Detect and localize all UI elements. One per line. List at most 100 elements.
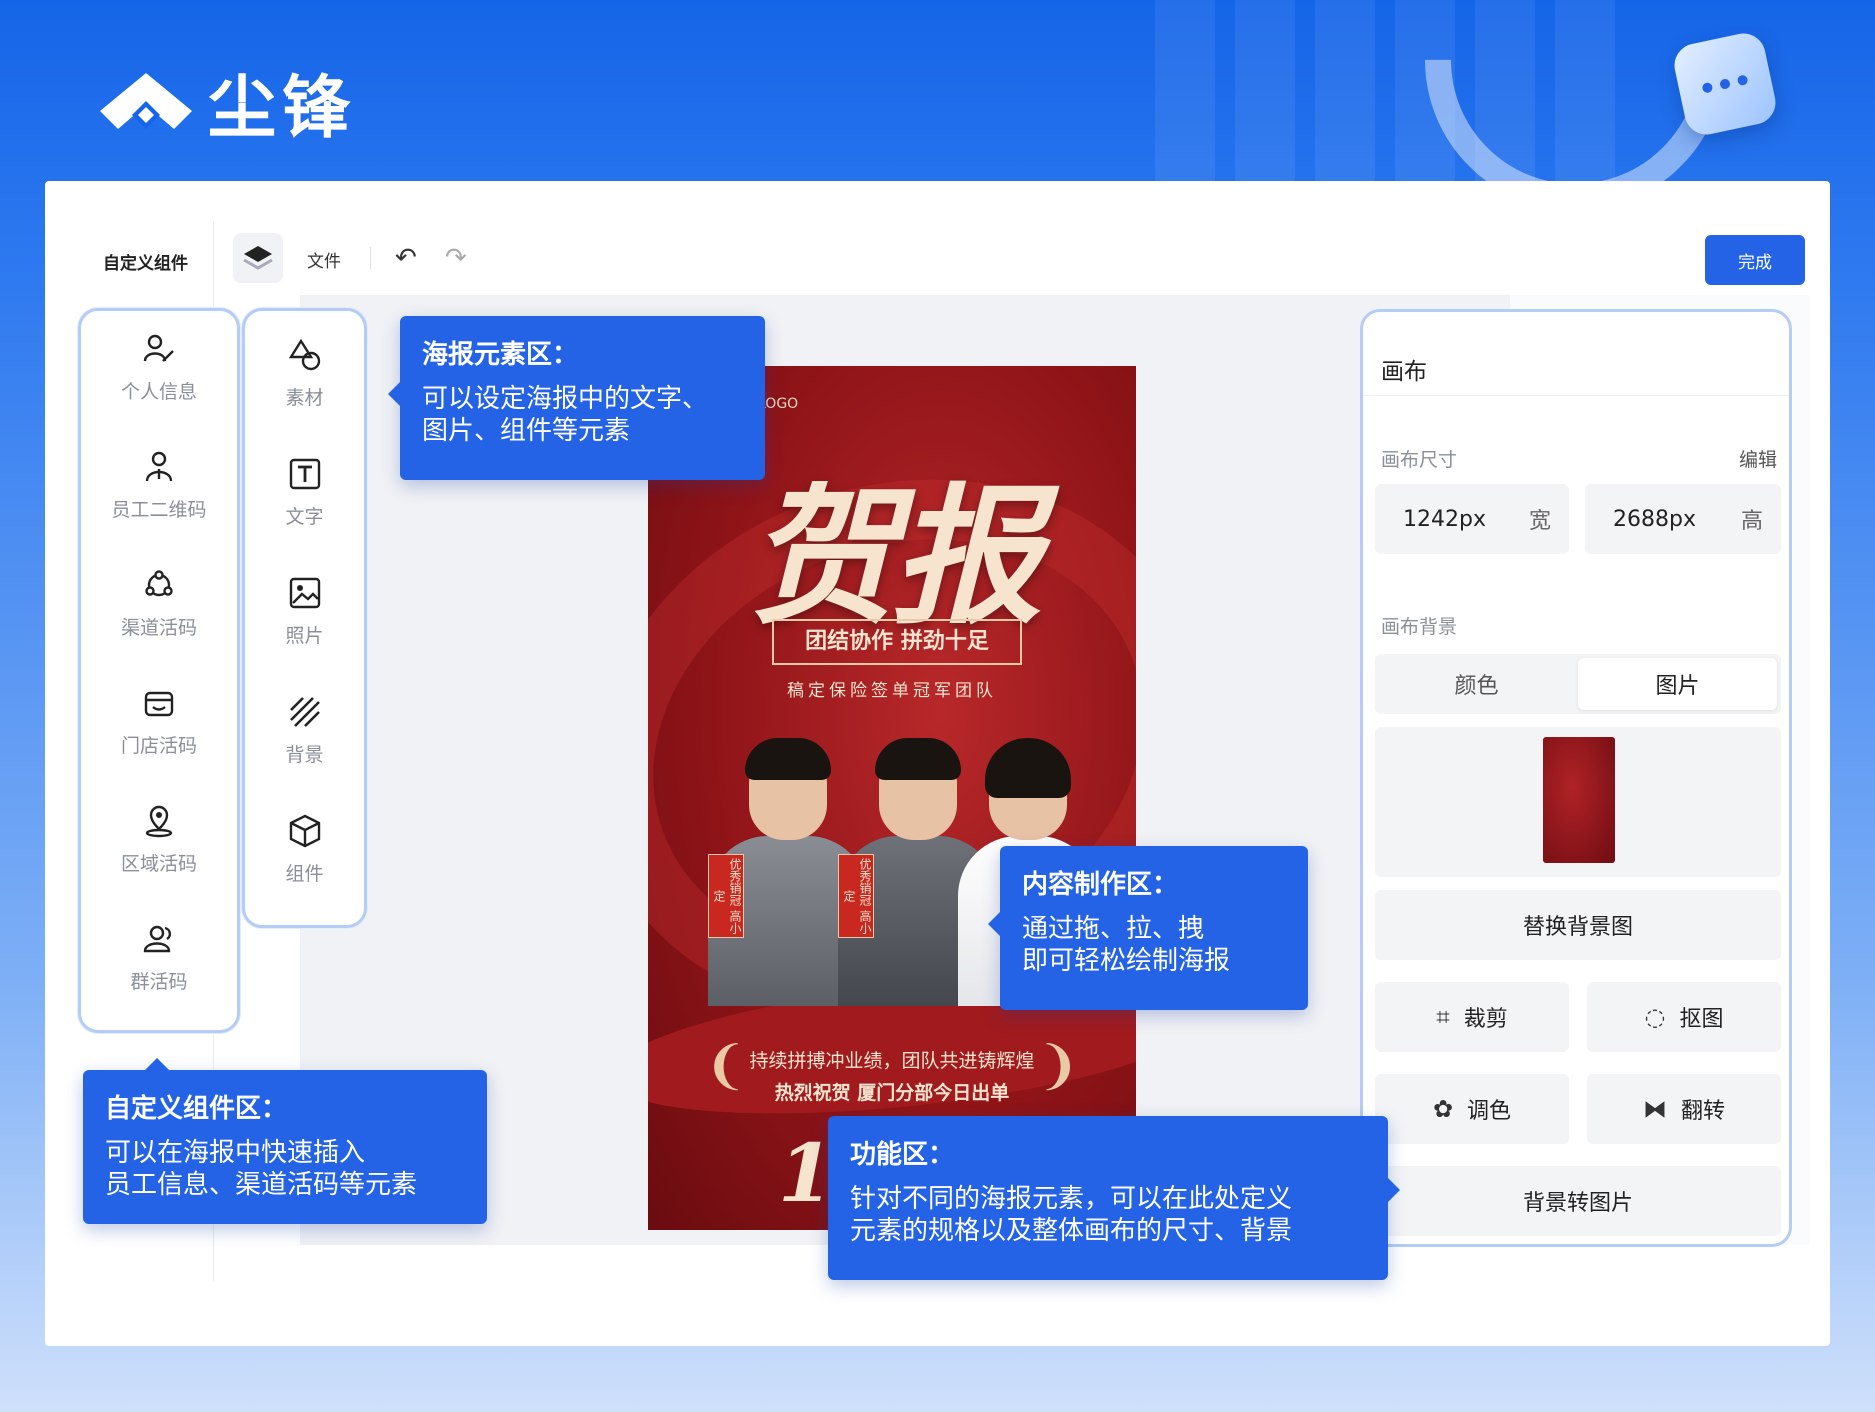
poster-tag[interactable]: 团结协作 拼劲十足 [772, 619, 1022, 665]
width-value: 1242px [1403, 506, 1486, 532]
bg-thumbnail[interactable] [1543, 737, 1615, 863]
rail-item-material[interactable]: 素材 [245, 337, 364, 410]
divider [1363, 395, 1789, 396]
layers-button[interactable] [233, 233, 283, 283]
crop-label: 裁剪 [1463, 1007, 1508, 1032]
rail-item-label: 个人信息 [120, 381, 197, 403]
bg-to-image-button[interactable]: 背景转图片 [1375, 1166, 1781, 1236]
callout-body-line: 元素的规格以及整体画布的尺寸、背景 [850, 1216, 1293, 1246]
cutout-icon: ◌ [1644, 1003, 1666, 1031]
badge-top-sales: 优秀销冠 高小定 [838, 854, 874, 938]
bg-type-switch: 颜色 图片 [1375, 654, 1781, 714]
crop-button[interactable]: ⌗ 裁剪 [1375, 982, 1569, 1052]
rail-item-store-code[interactable]: 门店活码 [81, 685, 237, 758]
bg-to-image-label: 背景转图片 [1522, 1191, 1633, 1216]
canvas-width-field[interactable]: 1242px 宽 [1375, 484, 1569, 554]
rail-item-photo[interactable]: 照片 [245, 575, 364, 648]
text-icon [289, 458, 320, 490]
rail-item-label: 员工二维码 [111, 499, 207, 521]
done-button[interactable]: 完成 [1705, 235, 1805, 285]
rail-item-group-code[interactable]: 群活码 [81, 921, 237, 994]
properties-panel: 画布 画布尺寸 编辑 1242px 宽 2688px 高 画布背景 颜色 图片 … [1360, 309, 1792, 1247]
rail-item-label: 照片 [285, 625, 324, 647]
panel-title: 画布 [1381, 359, 1427, 385]
edit-size-link[interactable]: 编辑 [1739, 445, 1777, 472]
channel-icon [145, 570, 173, 597]
replace-bg-button[interactable]: 替换背景图 [1375, 890, 1781, 960]
poster-subtitle[interactable]: 稿定保险签单冠军团队 [648, 676, 1136, 701]
rail-item-label: 组件 [285, 863, 324, 885]
height-value: 2688px [1613, 506, 1696, 532]
callout-function-area: 功能区： 针对不同的海报元素，可以在此处定义 元素的规格以及整体画布的尺寸、背景 [828, 1116, 1400, 1280]
rail-item-label: 背景 [285, 744, 324, 766]
poster-element-rail: 素材 文字 照片 背景 组件 [242, 308, 367, 928]
rail-item-label: 区域活码 [120, 853, 197, 875]
rail-item-label: 素材 [285, 387, 324, 409]
brand-mark-icon [100, 72, 192, 129]
cutout-label: 抠图 [1679, 1007, 1724, 1032]
canvas-height-field[interactable]: 2688px 高 [1585, 484, 1781, 554]
user-edit-icon [143, 334, 174, 362]
cube-icon [289, 814, 320, 848]
rail-item-label: 群活码 [130, 971, 188, 993]
rail-item-personal-info[interactable]: 个人信息 [81, 331, 237, 404]
callout-title: 内容制作区： [1022, 870, 1179, 900]
callout-body-line: 可以在海报中快速插入 [105, 1138, 366, 1168]
tab-color[interactable]: 颜色 [1375, 654, 1578, 714]
rail-item-label: 门店活码 [120, 735, 197, 757]
color-adjust-icon: ✿ [1432, 1095, 1454, 1123]
cutout-button[interactable]: ◌ 抠图 [1587, 982, 1781, 1052]
callout-body-line: 通过拖、拉、拽 [1022, 914, 1205, 944]
crop-icon: ⌗ [1436, 1003, 1450, 1031]
layers-icon [243, 246, 273, 270]
height-unit: 高 [1740, 509, 1763, 534]
rail-item-label: 渠道活码 [120, 617, 197, 639]
undo-icon[interactable]: ↶ [395, 243, 417, 273]
image-icon [289, 577, 320, 609]
callout-content-area: 内容制作区： 通过拖、拉、拽 即可轻松绘制海报 [988, 846, 1308, 1010]
rail-item-background[interactable]: 背景 [245, 694, 364, 767]
shapes-icon [288, 338, 320, 371]
poster-congrats[interactable]: 热烈祝贺 厦门分部今日出单 [648, 1078, 1136, 1105]
callout-poster-elements: 海报元素区： 可以设定海报中的文字、 图片、组件等元素 [388, 316, 765, 480]
callout-body-line: 图片、组件等元素 [422, 416, 631, 446]
employee-icon [145, 451, 173, 482]
adjust-color-button[interactable]: ✿ 调色 [1375, 1074, 1569, 1144]
poster-canvas[interactable]: LOGO 贺报 团结协作 拼劲十足 稿定保险签单冠军团队 优秀销冠 高小定 优秀… [648, 366, 1136, 1230]
callout-body-line: 员工信息、渠道活码等元素 [105, 1170, 418, 1200]
toolbar-separator [370, 247, 371, 269]
rail-item-text[interactable]: 文字 [245, 456, 364, 529]
canvas-bg-label: 画布背景 [1381, 616, 1458, 638]
width-unit: 宽 [1528, 509, 1551, 534]
custom-component-rail: 个人信息 员工二维码 渠道活码 门店活码 区域活码 群活码 [78, 308, 240, 1033]
rail-item-channel-code[interactable]: 渠道活码 [81, 567, 237, 640]
callout-body-line: 针对不同的海报元素，可以在此处定义 [850, 1184, 1293, 1214]
poster-number[interactable]: 1 [778, 1126, 834, 1220]
rail-item-region-code[interactable]: 区域活码 [81, 803, 237, 876]
callout-body-line: 可以设定海报中的文字、 [422, 384, 709, 414]
adjust-label: 调色 [1467, 1099, 1512, 1124]
rail-item-label: 文字 [285, 506, 324, 528]
tab-image[interactable]: 图片 [1578, 658, 1777, 710]
rail-item-component[interactable]: 组件 [245, 813, 364, 886]
file-menu[interactable]: 文件 [307, 247, 341, 272]
rail-item-employee-qr[interactable]: 员工二维码 [81, 449, 237, 522]
replace-bg-label: 替换背景图 [1522, 915, 1633, 940]
badge-top-sales: 优秀销冠 高小定 [708, 854, 744, 938]
flip-icon: ⧓ [1642, 1095, 1667, 1123]
chat-bubble-icon [1670, 29, 1780, 139]
poster-slogan[interactable]: 持续拼搏冲业绩，团队共进铸辉煌 [648, 1046, 1136, 1073]
location-icon [145, 805, 173, 838]
callout-title: 自定义组件区： [105, 1094, 288, 1124]
flip-button[interactable]: ⧓ 翻转 [1587, 1074, 1781, 1144]
callout-body-line: 即可轻松绘制海报 [1022, 946, 1231, 976]
redo-icon[interactable]: ↷ [445, 243, 467, 273]
callout-custom-components: 自定义组件区： 可以在海报中快速插入 员工信息、渠道活码等元素 [83, 1058, 487, 1224]
custom-components-label: 自定义组件 [103, 254, 188, 274]
callout-title: 海报元素区： [422, 340, 579, 370]
background-icon [289, 697, 320, 727]
brand-logo: 尘锋 [98, 52, 356, 151]
canvas-size-label: 画布尺寸 [1381, 449, 1458, 471]
group-icon [143, 925, 172, 953]
store-icon [144, 691, 174, 717]
